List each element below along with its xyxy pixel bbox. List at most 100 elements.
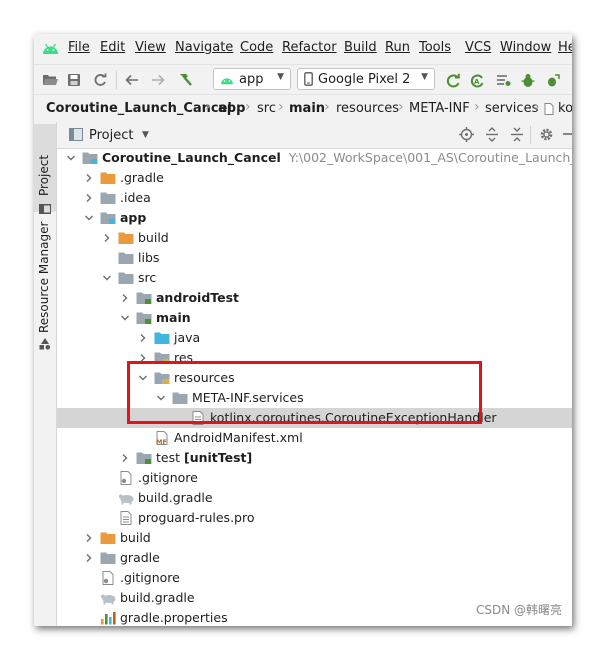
open-folder-icon[interactable] [40, 69, 60, 91]
chevron-down-icon[interactable]: ▼ [142, 130, 149, 140]
tree-row[interactable]: build [57, 228, 572, 248]
sync-icon[interactable] [90, 69, 110, 91]
chevron-down-icon[interactable] [137, 372, 149, 384]
tree-item-label: kotlinx.coroutines.CoroutineExceptionHan… [210, 410, 497, 425]
menu-help[interactable]: He [558, 40, 572, 55]
chevron-down-icon[interactable] [119, 312, 131, 324]
tree-item-label: test [unitTest] [156, 450, 253, 465]
chevron-right-icon[interactable] [119, 452, 131, 464]
menu-refactor[interactable]: Refactor [282, 40, 337, 55]
tree-row[interactable]: .gitignore [57, 468, 572, 488]
chevron-down-icon[interactable] [83, 212, 95, 224]
debug-icon[interactable] [518, 69, 538, 91]
breadcrumb-file[interactable]: ko [558, 101, 572, 116]
attach-debugger-icon[interactable] [543, 69, 563, 91]
tree-row[interactable]: java [57, 328, 572, 348]
logcat-icon[interactable] [493, 69, 513, 91]
menu-window[interactable]: Window [500, 40, 551, 55]
chevron-right-icon[interactable] [119, 292, 131, 304]
android-app-icon [220, 74, 234, 85]
menu-view[interactable]: View [135, 40, 166, 55]
ide-window: File Edit View Navigate Code Refactor Bu… [34, 34, 572, 626]
menu-vcs[interactable]: VCS [465, 40, 491, 55]
toolbar-separator [116, 71, 117, 89]
folder-icon [100, 191, 116, 205]
tree-row[interactable]: gradle [57, 548, 572, 568]
back-icon[interactable] [122, 69, 142, 91]
breadcrumb-resources[interactable]: resources [336, 101, 399, 116]
make-hammer-icon[interactable] [174, 69, 196, 91]
menu-build[interactable]: Build [344, 40, 377, 55]
phone-icon [304, 72, 313, 86]
minimize-icon[interactable] [562, 126, 572, 144]
tree-row[interactable]: .idea [57, 188, 572, 208]
tab-resource-manager[interactable]: Resource Manager [37, 222, 51, 333]
chevron-down-icon: ▼ [277, 72, 284, 82]
menu-file[interactable]: File [68, 40, 90, 55]
menu-code[interactable]: Code [240, 40, 273, 55]
tree-item-label: .gitignore [120, 570, 180, 585]
tree-item-label: gradle.properties [120, 610, 228, 625]
left-tool-strip: Project Resource Manager [34, 122, 57, 626]
tree-row[interactable]: .gradle [57, 168, 572, 188]
tree-row[interactable]: .gitignore [57, 568, 572, 588]
tree-row[interactable]: src [57, 268, 572, 288]
module-folder-icon [100, 211, 116, 225]
breadcrumb-project[interactable]: Coroutine_Launch_Cancel [46, 101, 232, 116]
tree-row[interactable]: proguard-rules.pro [57, 508, 572, 528]
run-config-selector[interactable]: app ▼ [213, 68, 291, 90]
module-folder-icon [82, 151, 98, 165]
breadcrumb-separator: › [534, 99, 540, 115]
tab-project[interactable]: Project [37, 155, 51, 196]
tree-row[interactable]: libs [57, 248, 572, 268]
breadcrumb-app[interactable]: app [218, 101, 245, 116]
tree-item-label: gradle [120, 550, 160, 565]
device-selector[interactable]: Google Pixel 2 ▼ [297, 68, 435, 90]
breadcrumb-main[interactable]: main [289, 101, 325, 116]
chevron-right-icon[interactable] [83, 532, 95, 544]
breadcrumb-services[interactable]: services [485, 101, 538, 116]
breadcrumb-src[interactable]: src [257, 101, 276, 116]
chevron-right-icon[interactable] [83, 192, 95, 204]
chevron-right-icon[interactable] [83, 172, 95, 184]
tree-row[interactable]: resources [57, 368, 572, 388]
chevron-down-icon[interactable] [65, 152, 77, 164]
folder-icon [118, 251, 134, 265]
tree-row[interactable]: MF AndroidManifest.xml [57, 428, 572, 448]
run-config-label: app [239, 71, 264, 87]
device-label: Google Pixel 2 [318, 71, 411, 87]
tree-row[interactable]: build.gradle [57, 488, 572, 508]
tree-row[interactable]: META-INF.services [57, 388, 572, 408]
breadcrumb-separator: › [245, 99, 251, 115]
tree-row[interactable]: res [57, 348, 572, 368]
breadcrumb-meta-inf[interactable]: META-INF [409, 101, 470, 116]
chevron-down-icon[interactable] [155, 392, 167, 404]
menu-bar: File Edit View Navigate Code Refactor Bu… [34, 34, 572, 64]
tree-row[interactable]: main [57, 308, 572, 328]
text-file-icon [118, 511, 134, 525]
menu-edit[interactable]: Edit [100, 40, 125, 55]
menu-run[interactable]: Run [385, 40, 410, 55]
menu-navigate[interactable]: Navigate [175, 40, 233, 55]
chevron-right-icon[interactable] [101, 232, 113, 244]
tree-row[interactable]: build [57, 528, 572, 548]
menu-tools[interactable]: Tools [419, 40, 451, 55]
folder-icon [172, 391, 188, 405]
tree-row[interactable]: app [57, 208, 572, 228]
tree-row-selected[interactable]: kotlinx.coroutines.CoroutineExceptionHan… [57, 408, 572, 428]
chevron-right-icon[interactable] [137, 332, 149, 344]
forward-icon[interactable] [148, 69, 168, 91]
project-view-title[interactable]: Project [89, 128, 133, 143]
tree-row[interactable]: test [unitTest] [57, 448, 572, 468]
chevron-right-icon[interactable] [83, 552, 95, 564]
tree-row[interactable]: androidTest [57, 288, 572, 308]
tree-row[interactable]: Coroutine_Launch_Cancel Y:\002_WorkSpace\… [57, 148, 572, 168]
apply-code-changes-icon[interactable]: A [467, 69, 487, 91]
gradle-elephant-icon [118, 491, 134, 505]
breadcrumb-separator: › [278, 99, 284, 115]
chevron-right-icon[interactable] [137, 352, 149, 364]
chevron-down-icon[interactable] [101, 272, 113, 284]
apply-changes-icon[interactable] [443, 69, 463, 91]
watermark: CSDN @韩曙亮 [475, 603, 562, 617]
save-icon[interactable] [64, 69, 84, 91]
